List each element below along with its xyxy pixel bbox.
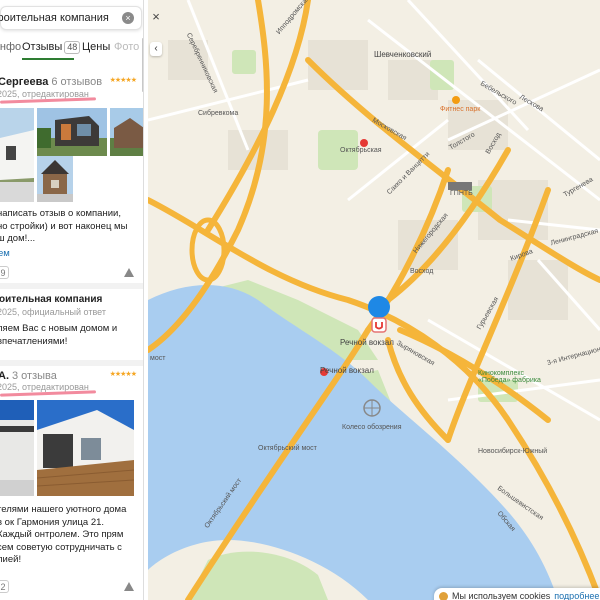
rating-stars: ★★★★★: [109, 77, 137, 84]
section-divider: [0, 360, 143, 366]
tab-prices[interactable]: Цены: [82, 41, 110, 53]
like-count[interactable]: 2: [0, 580, 9, 593]
tab-photos[interactable]: Фото: [114, 41, 139, 53]
map-label: Кинокомплекс «Победа» фабрика: [478, 370, 541, 384]
review-photo[interactable]: [37, 108, 107, 156]
tab-reviews-label: Отзывы: [22, 41, 63, 53]
cookie-banner: Мы используем cookies подробнее: [434, 588, 600, 600]
collapse-panel-button[interactable]: ‹: [150, 42, 162, 56]
map-label: Октябрьская: [340, 147, 382, 154]
location-pin-icon[interactable]: [368, 296, 390, 333]
review-text: телями нашего уютного дома в ок Гармония…: [0, 504, 127, 565]
rating-stars: ★★★★★: [109, 371, 137, 378]
map-label: ГПНТБ: [450, 190, 473, 197]
review-photo[interactable]: [0, 108, 34, 202]
map-label: Колесо обозрения: [342, 424, 402, 431]
review-author[interactable]: А.3 отзыва: [0, 370, 57, 382]
reply-text: ляем Вас с новым домом и впечатлениями!: [0, 323, 118, 347]
review-author[interactable]: Сергеева 6 отзывов: [0, 76, 102, 88]
review-author-name: А.: [0, 370, 9, 382]
review-author-count: 3 отзыва: [12, 370, 57, 382]
review-photo[interactable]: [0, 400, 34, 496]
map-label: Фитнес парк: [440, 106, 481, 113]
tab-info[interactable]: Инфо: [0, 41, 21, 53]
review-photo[interactable]: [110, 108, 143, 156]
reviews-count-badge: 48: [64, 41, 81, 54]
review-text: написать отзыв о компании, но стройки) и…: [0, 208, 128, 244]
reply-company-name[interactable]: оительная компания: [0, 294, 102, 305]
review-author-name: Сергеева: [0, 76, 49, 88]
map-label: мост: [150, 355, 166, 362]
like-count[interactable]: 9: [0, 266, 9, 279]
reply-date: 2025, официальный ответ: [0, 307, 106, 317]
map-view[interactable]: Сибревкома Серебренниковская Ипподромска…: [148, 0, 600, 600]
read-more-link[interactable]: ем: [0, 248, 10, 259]
active-tab-indicator: [22, 58, 74, 60]
tab-reviews[interactable]: Отзывы 48: [22, 41, 81, 54]
close-icon[interactable]: ×: [150, 10, 162, 25]
review-photo[interactable]: [37, 400, 134, 496]
map-label: Речной вокзал: [340, 338, 394, 347]
cookie-icon: [439, 592, 448, 600]
map-label: Восход: [410, 268, 434, 275]
review-author-count: 6 отзывов: [51, 76, 103, 88]
cookie-text: Мы используем cookies: [452, 591, 551, 600]
search-box[interactable]: ×: [0, 6, 142, 30]
search-input[interactable]: [0, 10, 115, 26]
report-warning-icon[interactable]: [124, 582, 134, 591]
reviews-panel: × Инфо Отзывы48 Цены Фото Сергеева6 отзы…: [0, 0, 144, 600]
map-label: Речной вокзал: [320, 366, 374, 375]
map-label: Новосибирск-Южный: [478, 448, 548, 455]
panel-scrollbar[interactable]: [142, 38, 143, 92]
place-tabs: Инфо Отзывы48 Цены Фото: [0, 38, 143, 60]
section-divider: [0, 283, 143, 289]
clear-search-icon[interactable]: ×: [122, 12, 134, 24]
report-warning-icon[interactable]: [124, 268, 134, 277]
map-label: Октябрьский мост: [258, 445, 317, 452]
map-label: Шевченковский: [374, 50, 432, 59]
cookie-details-link[interactable]: подробнее: [554, 591, 599, 600]
review-photo[interactable]: [37, 156, 73, 202]
map-label: Сибревкома: [198, 110, 239, 117]
